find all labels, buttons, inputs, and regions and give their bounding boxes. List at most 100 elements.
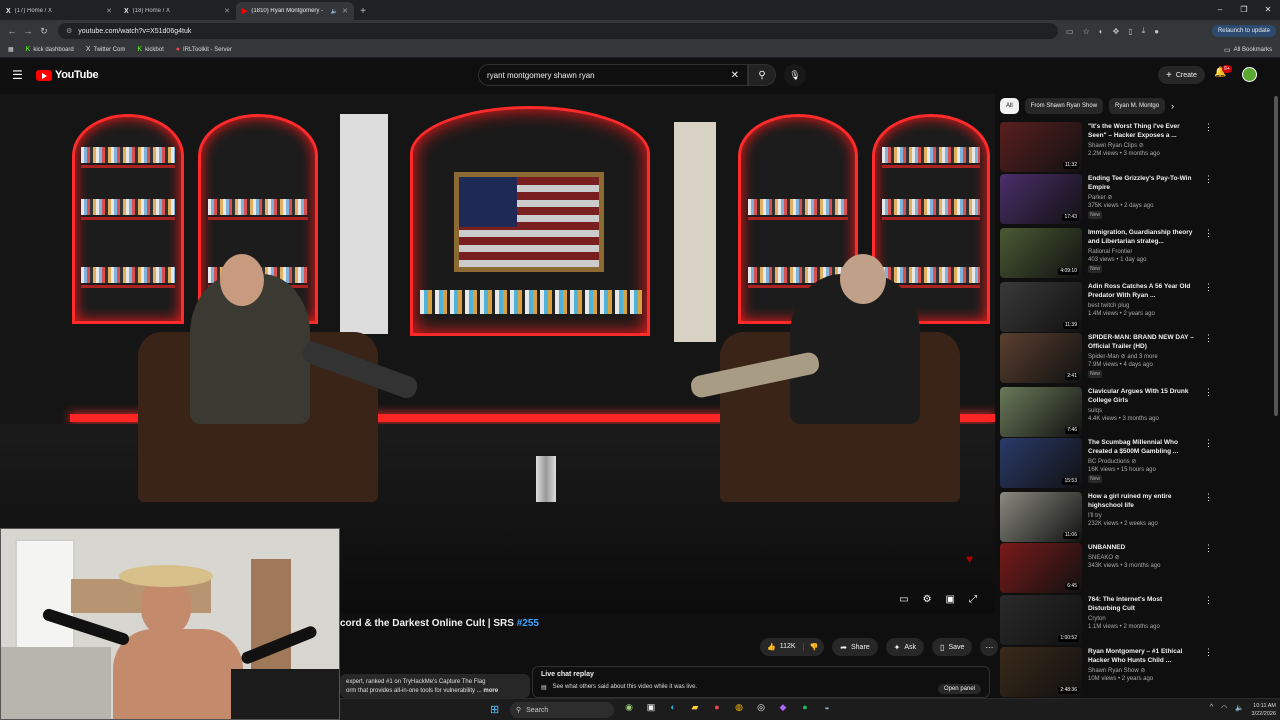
recommendation-item[interactable]: 17:43 Ending Tee Grizzley's Pay-To-Win Em… <box>1000 174 1280 226</box>
more-vertical-icon[interactable]: ⋮ <box>1204 543 1213 595</box>
recommendation-channel[interactable]: SNEAKO ⊘ <box>1088 554 1196 562</box>
browser-tab-2[interactable]: X (18) Home / X ✕ <box>118 2 236 20</box>
recommendation-item[interactable]: 7:46 Clavicular Argues With 15 Drunk Coll… <box>1000 387 1280 439</box>
video-thumbnail[interactable]: 4:09:10 <box>1000 228 1082 278</box>
video-thumbnail[interactable]: 2:41 <box>1000 333 1082 383</box>
bookmark-twitter[interactable]: X Twitter Com <box>86 46 126 53</box>
download-icon[interactable]: ⤓ <box>1142 26 1146 36</box>
channel-watermark-icon[interactable]: ♥ <box>966 552 973 566</box>
bookmark-kickbot[interactable]: Kkickbot <box>137 46 163 53</box>
search-input[interactable] <box>487 70 717 80</box>
recommendation-title[interactable]: Adin Ross Catches A 56 Year Old Predator… <box>1088 282 1196 300</box>
more-vertical-icon[interactable]: ⋮ <box>1204 333 1213 385</box>
recommendation-channel[interactable]: I'll try <box>1088 512 1196 520</box>
wifi-icon[interactable]: ◠ <box>1221 704 1227 712</box>
close-tab-icon[interactable]: ✕ <box>342 7 348 15</box>
more-vertical-icon[interactable]: ⋮ <box>1204 282 1213 334</box>
recommendation-channel[interactable]: sulqs <box>1088 407 1196 415</box>
recommendation-title[interactable]: How a girl ruined my entire highschool l… <box>1088 492 1196 510</box>
like-button[interactable]: 👍 112K <box>760 643 804 651</box>
recommendation-channel[interactable]: Rational Frontier <box>1088 248 1196 256</box>
recommendation-item[interactable]: 11:39 Adin Ross Catches A 56 Year Old Pre… <box>1000 282 1280 334</box>
recommendation-channel[interactable]: BC Productions ⊘ <box>1088 458 1196 466</box>
recommendation-channel[interactable]: Shawn Ryan Show ⊘ <box>1088 667 1196 675</box>
save-button[interactable]: ▯ Save <box>932 638 973 656</box>
relaunch-button[interactable]: Relaunch to update <box>1211 25 1276 37</box>
chip-ryan-montgomery[interactable]: Ryan M. Montgo <box>1109 98 1166 114</box>
minimize-button[interactable]: – <box>1208 0 1232 20</box>
apps-icon[interactable]: ▦ <box>8 46 14 53</box>
recommendation-item[interactable]: 11:32 "It's the Worst Thing I've Ever See… <box>1000 122 1280 174</box>
dislike-button[interactable]: 👎 <box>804 643 825 651</box>
more-vertical-icon[interactable]: ⋮ <box>1204 122 1213 174</box>
recommendation-title[interactable]: Immigration, Guardianship theory and Lib… <box>1088 228 1196 246</box>
obs-icon[interactable]: ◎ <box>754 702 768 713</box>
ask-button[interactable]: ✦ Ask <box>885 638 925 656</box>
recommendation-title[interactable]: "It's the Worst Thing I've Ever Seen" – … <box>1088 122 1196 140</box>
recommendation-item[interactable]: 2:48:36 Ryan Montgomery – #1 Ethical Hack… <box>1000 647 1280 699</box>
more-vertical-icon[interactable]: ⋮ <box>1204 387 1213 439</box>
hashtag-link[interactable]: #255 <box>517 618 539 629</box>
chip-from-shawn-ryan-show[interactable]: From Shawn Ryan Show <box>1024 98 1104 114</box>
recommendation-title[interactable]: Ending Tee Grizzley's Pay-To-Win Empire <box>1088 174 1196 192</box>
description-more[interactable]: more <box>483 688 498 694</box>
recommendation-title[interactable]: 764: The Internet's Most Disturbing Cult <box>1088 595 1196 613</box>
more-vertical-icon[interactable]: ⋮ <box>1204 174 1213 226</box>
page-scrollbar[interactable] <box>1274 96 1278 416</box>
video-thumbnail[interactable]: 11:32 <box>1000 122 1082 172</box>
recommendation-channel[interactable]: Spider-Man ⊘ and 3 more <box>1088 353 1196 361</box>
captions-icon[interactable]: ▭ <box>899 594 908 605</box>
sidepanel-icon[interactable]: ▯ <box>1128 27 1132 36</box>
miniplayer-icon[interactable]: ▣ <box>946 594 955 605</box>
recommendation-channel[interactable]: Cryton <box>1088 615 1196 623</box>
video-thumbnail[interactable]: 7:46 <box>1000 387 1082 437</box>
speaker-icon[interactable]: 🔈 <box>331 8 338 15</box>
recommendation-item[interactable]: 15:53 The Scumbag Millennial Who Created … <box>1000 438 1280 490</box>
forward-arrow-icon[interactable]: → <box>20 26 36 36</box>
video-thumbnail[interactable]: 2:48:36 <box>1000 647 1082 697</box>
recommendation-title[interactable]: Ryan Montgomery – #1 Ethical Hacker Who … <box>1088 647 1196 665</box>
edge-icon[interactable]: ◐ <box>666 702 680 713</box>
app-purple-icon[interactable]: ◆ <box>776 702 790 713</box>
video-thumbnail[interactable]: 11:39 <box>1000 282 1082 332</box>
profile-icon[interactable]: ● <box>1154 27 1159 36</box>
more-vertical-icon[interactable]: ⋮ <box>1204 647 1213 699</box>
search-box[interactable]: ✕ <box>478 64 748 86</box>
video-thumbnail[interactable]: 1:00:52 <box>1000 595 1082 645</box>
widget-icon[interactable]: ◉ <box>622 702 636 713</box>
recommendation-title[interactable]: SPIDER-MAN: BRAND NEW DAY – Official Tra… <box>1088 333 1196 351</box>
more-vertical-icon[interactable]: ⋮ <box>1204 228 1213 280</box>
youtube-logo[interactable]: YouTube <box>36 69 99 81</box>
reload-icon[interactable]: ↻ <box>36 26 52 37</box>
more-vertical-icon[interactable]: ⋮ <box>1204 438 1213 490</box>
bookmark-irltoolkit[interactable]: ● IRLToolkit - Server <box>176 46 232 53</box>
share-button[interactable]: ➦ Share <box>832 638 878 656</box>
recommendation-channel[interactable]: best twitch plug <box>1088 302 1196 310</box>
browser-tab-3-active[interactable]: ▶ (1810) Ryan Montgomery - 🔈 ✕ <box>236 2 354 20</box>
tray-chevron-icon[interactable]: ^ <box>1210 704 1213 712</box>
recommendation-channel[interactable]: Parker ⊘ <box>1088 194 1196 202</box>
extension-icon[interactable]: ◐ <box>1099 27 1104 36</box>
steam-icon[interactable]: ◒ <box>820 702 834 713</box>
more-vertical-icon[interactable]: ⋮ <box>1204 595 1213 647</box>
task-view-icon[interactable]: ▣ <box>644 702 658 713</box>
recommendation-item[interactable]: 4:09:10 Immigration, Guardianship theory … <box>1000 228 1280 280</box>
open-panel-button[interactable]: Open panel <box>937 684 981 694</box>
search-button[interactable]: ⚲ <box>748 64 776 86</box>
spotify-icon[interactable]: ● <box>798 702 812 713</box>
puzzle-icon[interactable]: ✥ <box>1113 27 1120 36</box>
recommendation-item[interactable]: 2:41 SPIDER-MAN: BRAND NEW DAY – Official… <box>1000 333 1280 385</box>
recommendation-item[interactable]: 6:45 UNBANNED SNEAKO ⊘ 343K views • 3 month… <box>1000 543 1280 595</box>
site-info-icon[interactable]: ⚙ <box>66 27 72 35</box>
chevron-right-icon[interactable]: › <box>1171 101 1174 111</box>
more-actions-button[interactable]: ⋯ <box>980 638 999 656</box>
video-thumbnail[interactable]: 6:45 <box>1000 543 1082 593</box>
close-window-button[interactable]: ✕ <box>1256 0 1280 20</box>
recommendation-title[interactable]: UNBANNED <box>1088 543 1196 552</box>
recommendation-item[interactable]: 11:06 How a girl ruined my entire highsch… <box>1000 492 1280 544</box>
account-avatar[interactable] <box>1242 67 1257 82</box>
bookmark-kick-dashboard[interactable]: Kkick dashboard <box>26 46 74 53</box>
back-arrow-icon[interactable]: ← <box>4 26 20 36</box>
hamburger-menu-icon[interactable]: ☰ <box>12 68 23 82</box>
chip-all[interactable]: All <box>1000 98 1019 114</box>
